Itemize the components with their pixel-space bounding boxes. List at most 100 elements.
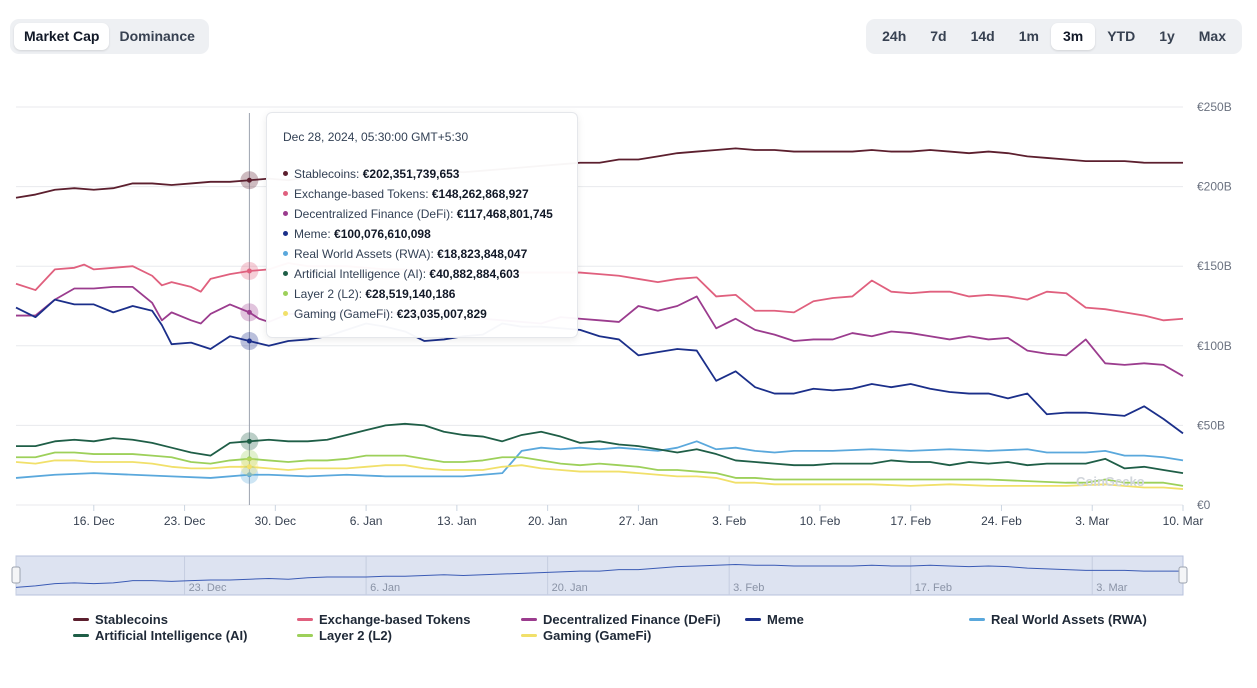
hover-marker (246, 309, 252, 315)
legend-label: Layer 2 (L2) (319, 628, 392, 643)
x-tick-label: 20. Jan (528, 514, 567, 528)
tooltip-series-value: €100,076,610,098 (334, 227, 431, 241)
tooltip-rows: Stablecoins: €202,351,739,653 Exchange-ba… (283, 164, 577, 324)
x-tick-label: 3. Feb (712, 514, 746, 528)
series-dot (283, 271, 288, 277)
hover-marker (246, 177, 252, 183)
series-line (15, 459, 1184, 490)
hover-marker (246, 268, 252, 274)
legend-swatch (745, 618, 761, 622)
tooltip-row: Exchange-based Tokens: €148,262,868,927 (283, 184, 577, 204)
legend-swatch (297, 634, 313, 638)
legend-label: Real World Assets (RWA) (991, 612, 1147, 627)
series-line (15, 262, 1184, 322)
separator: : (327, 227, 335, 241)
x-tick-label: 13. Jan (437, 514, 476, 528)
legend-label: Artificial Intelligence (AI) (95, 628, 248, 643)
y-tick-label: €150B (1197, 259, 1232, 273)
series-dot (283, 191, 288, 197)
x-tick-label: 16. Dec (73, 514, 114, 528)
x-tick-label: 10. Mar (1163, 514, 1204, 528)
hover-marker (246, 438, 252, 444)
tooltip-date: Dec 28, 2024, 05:30:00 GMT+5:30 (283, 130, 469, 144)
tooltip-series-name: Real World Assets (RWA) (294, 247, 431, 261)
tooltip-series-value: €28,519,140,186 (365, 287, 456, 301)
y-tick-label: €50B (1197, 418, 1225, 432)
legend-swatch (73, 634, 89, 638)
hover-marker (246, 338, 252, 344)
series-dot (283, 291, 288, 297)
y-tick-label: €250B (1197, 100, 1232, 114)
series-dot (283, 251, 288, 257)
series-dot (283, 171, 288, 177)
navigator-tick-label: 17. Feb (915, 582, 952, 594)
separator: : (390, 307, 397, 321)
legend-swatch (969, 618, 985, 622)
legend-label: Meme (767, 612, 804, 627)
legend-label: Gaming (GameFi) (543, 628, 652, 643)
navigator-tick-label: 23. Dec (189, 582, 227, 594)
tooltip-row: Layer 2 (L2): €28,519,140,186 (283, 284, 577, 304)
tooltip-series-name: Meme (294, 227, 328, 241)
navigator-tick-label: 6. Jan (370, 582, 400, 594)
legend-item[interactable]: Artificial Intelligence (AI) (73, 628, 247, 644)
tooltip-row: Stablecoins: €202,351,739,653 (283, 164, 577, 184)
tooltip-row: Real World Assets (RWA): €18,823,848,047 (283, 244, 577, 264)
tooltip-series-name: Decentralized Finance (DeFi) (294, 207, 451, 221)
legend-swatch (521, 634, 537, 638)
tooltip-series-value: €148,262,868,927 (431, 187, 529, 201)
navigator-handle[interactable] (11, 566, 21, 584)
x-tick-label: 27. Jan (619, 514, 658, 528)
separator: : (356, 167, 363, 181)
tooltip-series-name: Artificial Intelligence (AI) (294, 267, 423, 281)
x-tick-label: 10. Feb (800, 514, 841, 528)
legend-swatch (521, 618, 537, 622)
legend-item[interactable]: Gaming (GameFi) (521, 628, 651, 644)
tooltip-series-value: €40,882,884,603 (429, 267, 520, 281)
tooltip-series-name: Layer 2 (L2) (294, 287, 359, 301)
tooltip-series-value: €202,351,739,653 (362, 167, 460, 181)
y-tick-label: €200B (1197, 180, 1232, 194)
coingecko-watermark: CoinGecko (1076, 474, 1145, 489)
tooltip-series-name: Gaming (GameFi) (294, 307, 391, 321)
x-tick-label: 3. Mar (1075, 514, 1109, 528)
y-tick-label: €0 (1197, 498, 1211, 512)
legend-item[interactable]: Layer 2 (L2) (297, 628, 392, 644)
x-tick-label: 17. Feb (890, 514, 931, 528)
legend-item[interactable]: Real World Assets (RWA) (969, 612, 1147, 628)
hover-marker (246, 464, 252, 470)
tooltip-series-value: €23,035,007,829 (396, 307, 487, 321)
legend-item[interactable]: Stablecoins (73, 612, 168, 628)
tooltip-series-value: €18,823,848,047 (437, 247, 528, 261)
legend-label: Decentralized Finance (DeFi) (543, 612, 721, 627)
y-tick-label: €100B (1197, 339, 1232, 353)
tooltip-series-name: Exchange-based Tokens (294, 187, 426, 201)
legend-label: Exchange-based Tokens (319, 612, 471, 627)
legend-swatch (73, 618, 89, 622)
legend-label: Stablecoins (95, 612, 168, 627)
tooltip-row: Meme: €100,076,610,098 (283, 224, 577, 244)
series-line (15, 147, 1183, 199)
x-tick-label: 6. Jan (350, 514, 383, 528)
legend-item[interactable]: Decentralized Finance (DeFi) (521, 612, 721, 628)
x-tick-label: 24. Feb (981, 514, 1022, 528)
tooltip-series-value: €117,468,801,745 (456, 207, 553, 221)
x-tick-label: 23. Dec (164, 514, 205, 528)
tooltip-row: Artificial Intelligence (AI): €40,882,88… (283, 264, 577, 284)
legend-item[interactable]: Exchange-based Tokens (297, 612, 470, 628)
separator: : (450, 207, 457, 221)
legend-swatch (297, 618, 313, 622)
series-dot (283, 211, 288, 217)
tooltip-row: Decentralized Finance (DeFi): €117,468,8… (283, 204, 577, 224)
separator: : (425, 187, 432, 201)
legend-item[interactable]: Meme (745, 612, 804, 628)
tooltip-row: Gaming (GameFi): €23,035,007,829 (283, 304, 577, 324)
series-line (16, 285, 1184, 377)
navigator-tick-label: 20. Jan (552, 582, 588, 594)
tooltip-series-name: Stablecoins (294, 167, 357, 181)
market-cap-chart[interactable]: €0 €50B €100B €150B €200B €250B 16. Dec 23. Dec… (0, 0, 1257, 688)
chart-tooltip: Dec 28, 2024, 05:30:00 GMT+5:30 Stableco… (266, 112, 578, 338)
navigator-handle[interactable] (1178, 566, 1188, 584)
navigator-tick-label: 3. Feb (733, 582, 764, 594)
series-dot (283, 311, 288, 317)
